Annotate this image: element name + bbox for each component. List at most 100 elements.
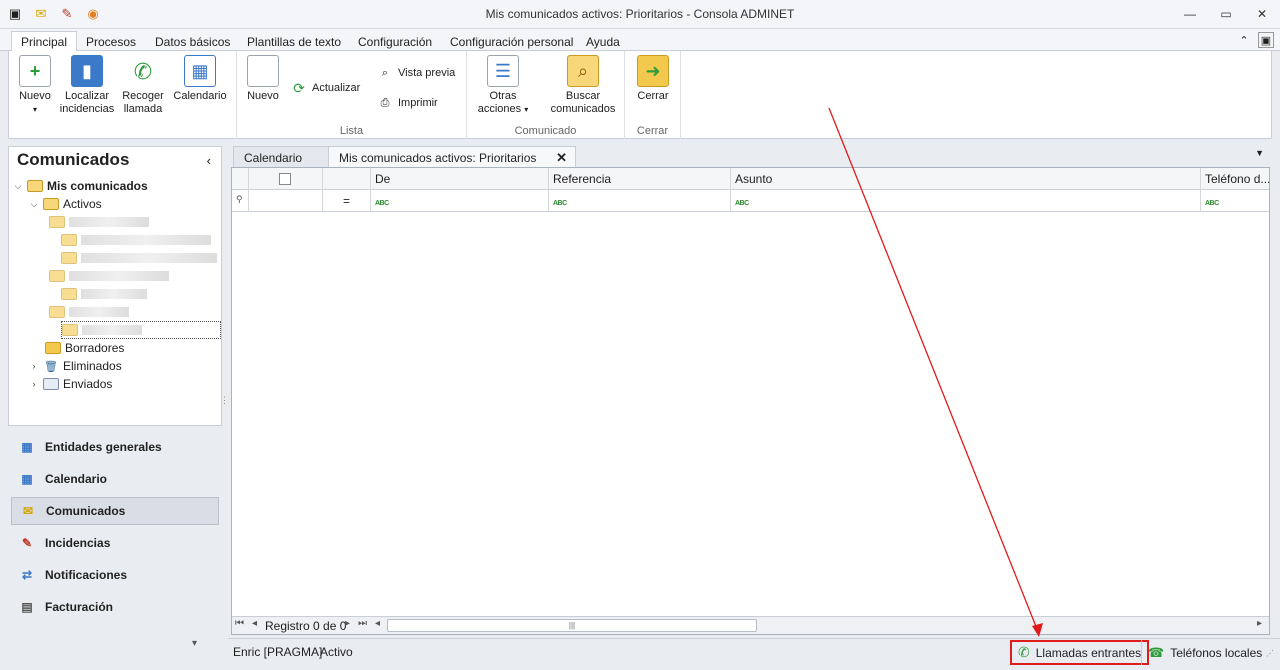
nav-item-facturacion[interactable]: ▤ Facturación xyxy=(11,593,219,621)
clipboard-check-icon: ✎ xyxy=(21,536,33,550)
resize-grip-icon[interactable]: ⋰ xyxy=(1266,649,1274,658)
select-all-cell[interactable] xyxy=(249,168,323,190)
collapse-panel-icon[interactable]: ‹ xyxy=(207,153,211,168)
ribbon-group-comunicado: ☰ Otras acciones ▾ ⌕ Buscar comunicados … xyxy=(467,51,625,139)
nav-item-entidades-generales[interactable]: ▦ Entidades generales xyxy=(11,433,219,461)
telefonos-locales-button[interactable]: ☎ Teléfonos locales xyxy=(1141,640,1268,665)
column-header-telefono[interactable]: Teléfono d... xyxy=(1201,168,1269,190)
tab-configuracion-personal[interactable]: Configuración personal xyxy=(441,32,582,52)
filter-asunto[interactable]: ABC xyxy=(731,190,1201,212)
tree-item-borradores[interactable]: Borradores xyxy=(45,339,124,357)
nav-item-comunicados[interactable]: ✉ Comunicados xyxy=(11,497,219,525)
vista-previa-button[interactable]: ⌕ Vista previa xyxy=(377,65,455,81)
nuevo-button[interactable]: + Nuevo ▾ xyxy=(15,55,55,116)
otras-acciones-button[interactable]: ☰ Otras acciones ▾ xyxy=(475,55,531,116)
filter-referencia[interactable]: ABC xyxy=(549,190,731,212)
localizar-incidencias-button[interactable]: ▮ Localizar incidencias xyxy=(59,55,115,116)
tree-item-enviados[interactable]: › Enviados xyxy=(29,375,113,393)
tab-configuracion[interactable]: Configuración xyxy=(349,32,441,52)
panel-splitter[interactable]: ⋮ xyxy=(220,395,229,406)
tree-item-redacted[interactable] xyxy=(49,303,129,321)
tab-principal[interactable]: Principal xyxy=(11,31,78,52)
actualizar-button[interactable]: ⟳ Actualizar xyxy=(291,80,360,96)
cerrar-button[interactable]: ➜ Cerrar xyxy=(633,55,673,103)
llamadas-label: Llamadas entrantes xyxy=(1035,645,1142,660)
tree-item-redacted[interactable] xyxy=(49,213,149,231)
recoger-label: Recoger xyxy=(122,90,164,102)
nuevo-lista-button[interactable]: Nuevo xyxy=(243,55,283,103)
vista-previa-label: Vista previa xyxy=(398,67,456,79)
tab-plantillas-de-texto[interactable]: Plantillas de texto xyxy=(238,32,350,52)
dropdown-arrow-icon: ▾ xyxy=(524,105,529,114)
last-record-icon[interactable]: ⏭ xyxy=(358,618,367,629)
nav-item-calendario[interactable]: ▦ Calendario xyxy=(11,465,219,493)
app-settings-icon[interactable]: ▣ xyxy=(1258,32,1274,48)
next-record-icon[interactable]: ▸ xyxy=(345,618,350,629)
nav-item-notificaciones[interactable]: ⇄ Notificaciones xyxy=(11,561,219,589)
tree-item-activos[interactable]: ⌵ Activos xyxy=(29,195,102,213)
tree-item-redacted[interactable] xyxy=(61,231,211,249)
nav-item-incidencias[interactable]: ✎ Incidencias xyxy=(11,529,219,557)
tab-ayuda[interactable]: Ayuda xyxy=(577,32,629,52)
redacted-text xyxy=(81,253,217,263)
folder-icon xyxy=(61,252,77,264)
buscar-comunicados-button[interactable]: ⌕ Buscar comunicados xyxy=(549,55,617,116)
invoice-icon: ▤ xyxy=(21,600,33,614)
phone-icon: ✆ xyxy=(127,55,159,87)
ribbon-tabs: Principal Procesos Datos básicos Plantil… xyxy=(0,29,1280,52)
actions-list-icon: ☰ xyxy=(487,55,519,87)
grid-filter-row: ⚲ = ABC ABC ABC ABC xyxy=(232,190,1269,212)
minimize-icon[interactable]: — xyxy=(1180,4,1200,24)
horizontal-scrollbar[interactable]: ||| xyxy=(387,619,757,632)
llamadas-entrantes-button[interactable]: ✆ Llamadas entrantes xyxy=(1010,640,1150,665)
collapse-ribbon-icon[interactable]: ⌃ xyxy=(1236,32,1252,48)
tree-item-redacted[interactable] xyxy=(49,267,169,285)
calendario-button[interactable]: ▦ Calendario xyxy=(171,55,229,103)
calendario-label: Calendario xyxy=(173,90,227,102)
restore-icon[interactable]: ▭ xyxy=(1216,4,1236,24)
tree-item-redacted[interactable] xyxy=(61,249,217,267)
filter-operator[interactable]: = xyxy=(323,190,371,212)
filter-cell-select[interactable] xyxy=(249,190,323,212)
filter-telefono[interactable]: ABC xyxy=(1201,190,1269,212)
filter-pin-icon: ⚲ xyxy=(232,190,249,212)
cerrar-group-label: Cerrar xyxy=(636,125,669,137)
doc-tab-label: Mis comunicados activos: Prioritarios xyxy=(339,151,537,165)
folder-exit-icon: ➜ xyxy=(637,55,669,87)
chevron-right-icon[interactable]: › xyxy=(29,361,39,371)
tree-label: Mis comunicados xyxy=(47,179,148,193)
column-header-blank xyxy=(323,168,371,190)
recoger-llamada-button[interactable]: ✆ Recoger llamada xyxy=(119,55,167,116)
tree-item-redacted[interactable] xyxy=(61,285,147,303)
chevron-right-icon[interactable]: › xyxy=(29,379,39,389)
select-all-checkbox[interactable] xyxy=(279,173,291,185)
scroll-right-icon[interactable]: ▸ xyxy=(1257,618,1262,629)
tree-item-selected-redacted[interactable] xyxy=(61,321,221,339)
tree-item-mis-comunicados[interactable]: ⌵ Mis comunicados xyxy=(13,177,148,195)
doc-tab-mis-comunicados[interactable]: Mis comunicados activos: Prioritarios ✕ xyxy=(328,146,576,168)
column-header-referencia[interactable]: Referencia xyxy=(549,168,731,190)
tab-list-dropdown-icon[interactable]: ▼ xyxy=(1255,148,1264,158)
tab-procesos[interactable]: Procesos xyxy=(77,32,145,52)
doc-tab-calendario[interactable]: Calendario xyxy=(233,146,329,168)
filter-de[interactable]: ABC xyxy=(371,190,549,212)
column-header-de[interactable]: De xyxy=(371,168,549,190)
chevron-down-icon[interactable]: ⌵ xyxy=(29,199,39,210)
grid-header-row: De Referencia Asunto Teléfono d... xyxy=(232,168,1269,190)
close-icon[interactable]: ✕ xyxy=(1252,4,1272,24)
imprimir-button[interactable]: ⎙ Imprimir xyxy=(377,95,438,111)
tree-item-eliminados[interactable]: › 🗑 Eliminados xyxy=(29,357,122,375)
tree-label: Borradores xyxy=(65,341,125,355)
previous-record-icon[interactable]: ◂ xyxy=(252,618,257,629)
column-header-asunto[interactable]: Asunto xyxy=(731,168,1201,190)
chevron-down-icon[interactable]: ⌵ xyxy=(13,181,23,192)
scroll-left-icon[interactable]: ◂ xyxy=(375,618,380,629)
status-bar: Enric [PRAGMA] Activo ✆ Llamadas entrant… xyxy=(228,638,1280,665)
data-grid: De Referencia Asunto Teléfono d... ⚲ = A… xyxy=(231,167,1270,635)
first-record-icon[interactable]: ⏮ xyxy=(235,618,244,629)
nav-label: Incidencias xyxy=(45,536,111,550)
close-tab-icon[interactable]: ✕ xyxy=(556,150,567,166)
redacted-text xyxy=(81,235,211,245)
nav-options-icon[interactable]: ▾ xyxy=(192,638,197,649)
tab-datos-basicos[interactable]: Datos básicos xyxy=(146,32,239,52)
